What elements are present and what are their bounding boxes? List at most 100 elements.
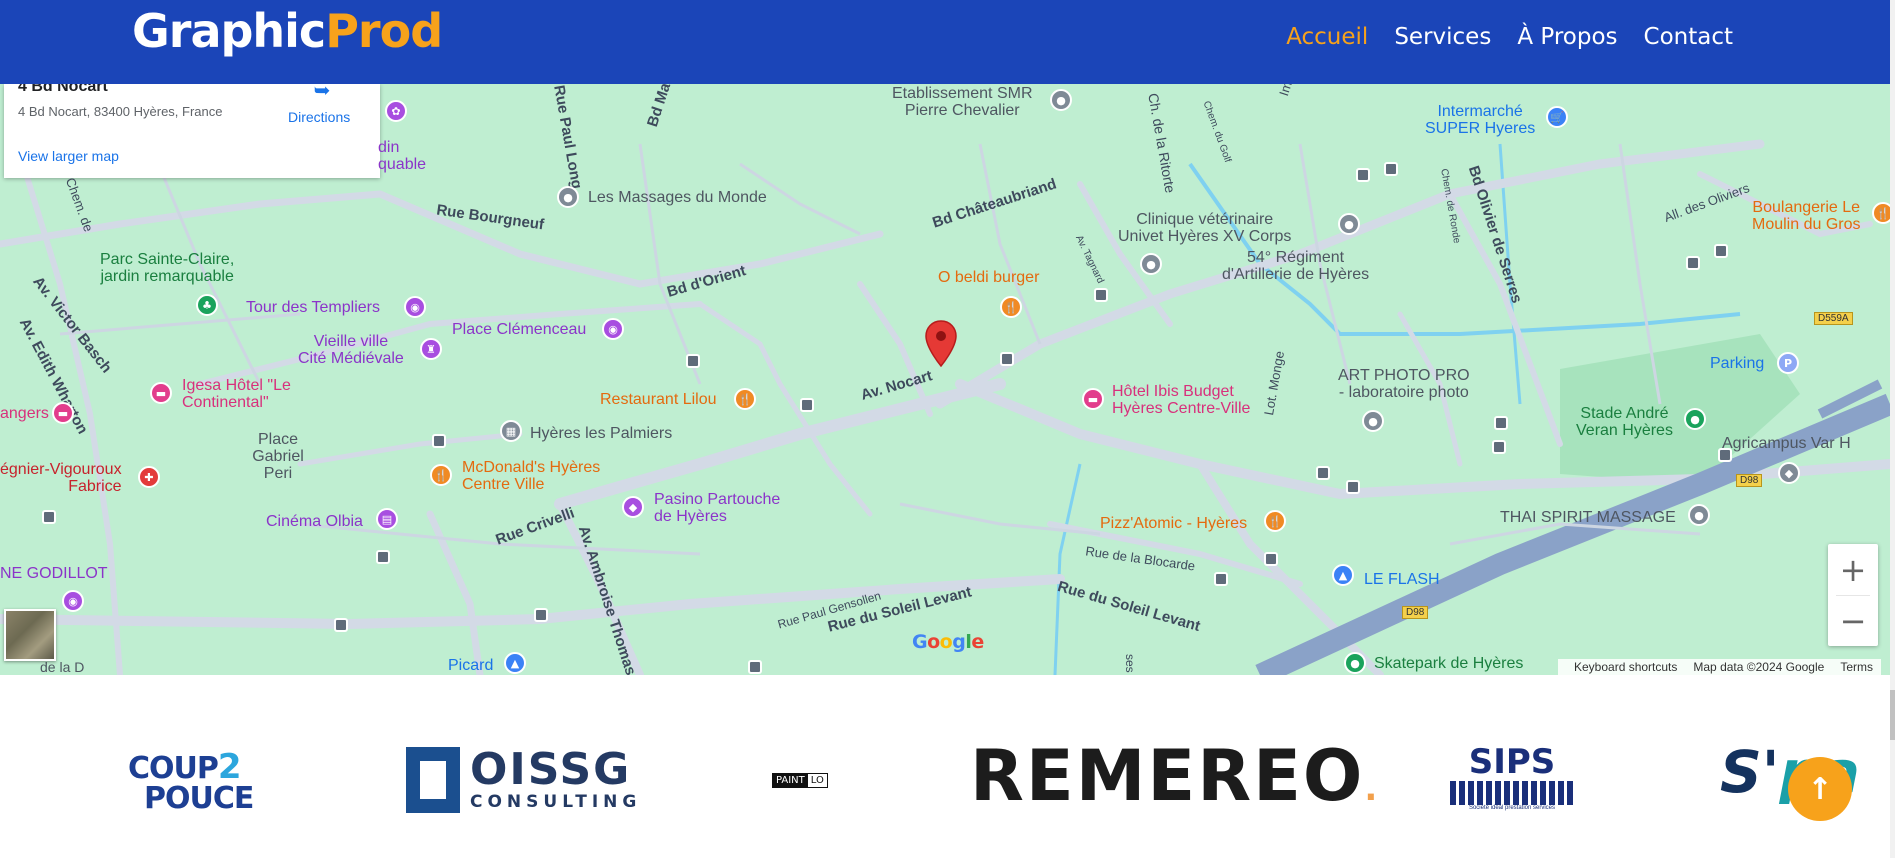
medical-icon[interactable]: ✚ [138,466,160,488]
poi-pin-icon[interactable]: ● [1338,213,1360,235]
poi-label[interactable]: Skatepark de Hyères [1374,655,1523,673]
bus-stop-icon[interactable] [800,398,814,412]
directions-icon[interactable]: ➥ [310,84,334,102]
poi-label[interactable]: Etablissement SMR Pierre Chevalier [892,85,1033,120]
satellite-toggle[interactable] [4,609,56,661]
restaurant-icon[interactable]: 🍴 [430,464,452,486]
nav-accueil[interactable]: Accueil [1286,20,1368,54]
poi-label[interactable]: Stade André Veran Hyères [1576,405,1673,440]
skatepark-icon[interactable]: ● [1344,652,1366,674]
hotel-icon[interactable]: ▬ [1082,388,1104,410]
hotel-icon[interactable]: ▬ [150,382,172,404]
bus-stop-icon[interactable] [1316,466,1330,480]
bus-stop-icon[interactable] [1264,552,1278,566]
restaurant-icon[interactable]: 🍴 [1000,296,1022,318]
poi-label[interactable]: Intermarché SUPER Hyeres [1425,103,1535,138]
partner-logo-sips[interactable]: SIPS Société idéal prestation services [1450,745,1574,811]
keyboard-shortcuts-link[interactable]: Keyboard shortcuts [1574,660,1677,674]
bus-stop-icon[interactable] [1094,288,1108,302]
bus-stop-icon[interactable] [1718,448,1732,462]
poi-label[interactable]: Hyères les Palmiers [530,425,672,443]
poi-label[interactable]: angers [0,405,49,423]
site-logo[interactable]: GraphicProd [132,4,443,58]
nav-services[interactable]: Services [1394,20,1491,54]
poi-label[interactable]: Hôtel Ibis Budget Hyères Centre-Ville [1112,383,1250,418]
poi-label[interactable]: McDonald's Hyères Centre Ville [462,459,600,494]
shopping-bag-icon[interactable]: ▲ [504,652,526,674]
bus-stop-icon[interactable] [1714,244,1728,258]
poi-pin-icon[interactable]: ● [1362,410,1384,432]
bus-stop-icon[interactable] [376,550,390,564]
poi-label[interactable]: de la D [40,660,84,675]
poi-pin-icon[interactable]: ● [557,186,579,208]
directions-link[interactable]: Directions [288,109,350,125]
school-icon[interactable]: ◆ [1778,462,1800,484]
bus-stop-icon[interactable] [1000,352,1014,366]
poi-label[interactable]: Agricampus Var H [1722,435,1851,453]
bakery-icon[interactable]: 🍴 [1872,202,1890,224]
poi-label[interactable]: THAI SPIRIT MASSAGE [1500,509,1676,527]
poi-pin-icon[interactable]: ● [1050,89,1072,111]
poi-label[interactable]: Boulangerie Le Moulin du Gros [1752,199,1861,234]
bus-stop-icon[interactable] [334,618,348,632]
poi-label[interactable]: Tour des Templiers [246,299,380,317]
bus-stop-icon[interactable] [1214,572,1228,586]
parking-icon[interactable]: P [1777,352,1799,374]
bus-stop-icon[interactable] [1356,168,1370,182]
back-to-top-button[interactable]: ↑ [1788,757,1852,821]
restaurant-icon[interactable]: 🍴 [1264,510,1286,532]
bus-stop-icon[interactable] [1686,256,1700,270]
poi-label[interactable]: Pizz'Atomic - Hyères [1100,515,1247,533]
bus-stop-icon[interactable] [432,434,446,448]
poi-pin-icon[interactable]: ● [1140,253,1162,275]
building-icon[interactable]: ▦ [500,420,522,442]
poi-label[interactable]: O beldi burger [938,269,1039,287]
bus-stop-icon[interactable] [1494,416,1508,430]
shopping-cart-icon[interactable]: 🛒 [1546,106,1568,128]
zoom-in-button[interactable]: + [1828,544,1878,595]
location-marker-icon[interactable] [924,320,958,373]
poi-label[interactable]: égnier-Vigouroux Fabrice [0,461,122,496]
view-larger-map-link[interactable]: View larger map [18,148,119,164]
poi-label[interactable]: ART PHOTO PRO - laboratoire photo [1338,367,1470,402]
poi-label[interactable]: Pasino Partouche de Hyères [654,491,780,526]
bus-stop-icon[interactable] [748,660,762,674]
poi-label[interactable]: Les Massages du Monde [588,189,767,207]
poi-label[interactable]: Restaurant Lilou [600,391,717,409]
casino-icon[interactable]: ◆ [622,496,644,518]
poi-label[interactable]: Igesa Hôtel "Le Continental" [182,377,291,412]
stadium-icon[interactable]: ● [1684,408,1706,430]
camera-icon[interactable]: ◉ [404,296,426,318]
restaurant-icon[interactable]: 🍴 [734,388,756,410]
embedded-map[interactable]: 4 Bd Nocart 4 Bd Nocart, 83400 Hyères, F… [0,84,1890,675]
camera-icon[interactable]: ◉ [62,590,84,612]
poi-label[interactable]: Place Clémenceau [452,321,586,339]
cinema-icon[interactable]: ▤ [376,508,398,530]
nav-a-propos[interactable]: À Propos [1517,20,1617,54]
bus-stop-icon[interactable] [534,608,548,622]
park-icon[interactable]: ♣ [196,294,218,316]
bus-stop-icon[interactable] [42,510,56,524]
bus-stop-icon[interactable] [686,354,700,368]
castle-icon[interactable]: ♜ [420,338,442,360]
bus-stop-icon[interactable] [1384,162,1398,176]
nav-contact[interactable]: Contact [1644,20,1733,54]
camera-icon[interactable]: ◉ [602,318,624,340]
garden-icon[interactable]: ✿ [385,100,407,122]
partner-logo-remereo[interactable]: REMEREO. [970,741,1379,824]
poi-label[interactable]: din quable [378,139,426,174]
zoom-out-button[interactable]: − [1828,595,1878,646]
bus-stop-icon[interactable] [1346,480,1360,494]
terms-link[interactable]: Terms [1840,660,1873,674]
scrollbar-thumb[interactable] [1890,690,1895,740]
partner-logo-oissg[interactable]: OISSG CONSULTING [406,747,641,813]
poi-label[interactable]: Vieille ville Cité Médiévale [298,333,404,368]
bus-stop-icon[interactable] [1492,440,1506,454]
poi-label[interactable]: Cinéma Olbia [266,513,363,531]
poi-label[interactable]: NE GODILLOT [0,565,108,583]
poi-label[interactable]: Parc Sainte-Claire, jardin remarquable [100,251,234,286]
poi-pin-icon[interactable]: ● [1688,504,1710,526]
poi-label[interactable]: Clinique vétérinaire Univet Hyères XV Co… [1118,211,1291,246]
poi-label[interactable]: Parking [1710,355,1764,373]
shopping-bag-icon[interactable]: ▲ [1332,564,1354,586]
